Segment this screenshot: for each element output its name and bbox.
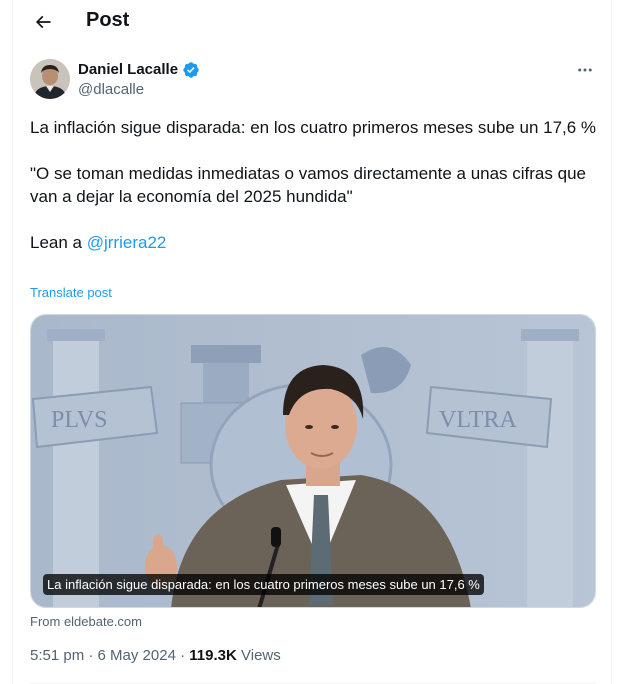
views-label: Views: [241, 647, 281, 664]
tweet-paragraph-3: Lean a @jrriera22: [30, 231, 598, 254]
post-time[interactable]: 5:51 pm: [30, 647, 84, 664]
link-source[interactable]: From eldebate.com: [30, 614, 142, 629]
banner-left-text: PLVS: [51, 407, 107, 433]
page-title: Post: [86, 9, 130, 31]
media-caption: La inflación sigue disparada: en los cua…: [43, 574, 484, 595]
post-meta: 5:51 pm · 6 May 2024 · 119.3K Views: [30, 647, 281, 664]
back-button[interactable]: [27, 6, 59, 38]
tweet-paragraph-1: La inflación sigue disparada: en los cua…: [30, 118, 597, 137]
mention-link[interactable]: @jrriera22: [87, 233, 167, 252]
meta-separator: ·: [88, 647, 94, 664]
post-column: Post Daniel Lacalle @dlacalle La inflaci…: [12, 0, 612, 684]
more-options-button[interactable]: [571, 56, 599, 84]
tweet-text: La inflación sigue disparada: en los cua…: [30, 116, 598, 254]
meta-separator-2: ·: [180, 647, 186, 664]
banner-right-text: VLTRA: [439, 407, 517, 433]
more-dots-icon: [578, 68, 592, 72]
press-photo: PLVS VLTRA: [31, 315, 595, 607]
translate-post-link[interactable]: Translate post: [30, 285, 112, 300]
post-header: Post: [13, 0, 613, 42]
avatar[interactable]: [30, 59, 70, 99]
views-count: 119.3K: [189, 647, 237, 664]
author-name[interactable]: Daniel Lacalle: [78, 61, 178, 78]
verified-badge-icon: [183, 62, 199, 78]
tweet-paragraph-2: "O se toman medidas inmediatas o vamos d…: [30, 164, 591, 206]
link-card-image[interactable]: PLVS VLTRA La inflación sigue disparada:…: [30, 314, 596, 608]
arrow-left-icon: [35, 15, 51, 29]
post-date[interactable]: 6 May 2024: [98, 647, 176, 664]
tweet-paragraph-3-prefix: Lean a: [30, 233, 87, 252]
author-handle[interactable]: @dlacalle: [78, 81, 144, 98]
